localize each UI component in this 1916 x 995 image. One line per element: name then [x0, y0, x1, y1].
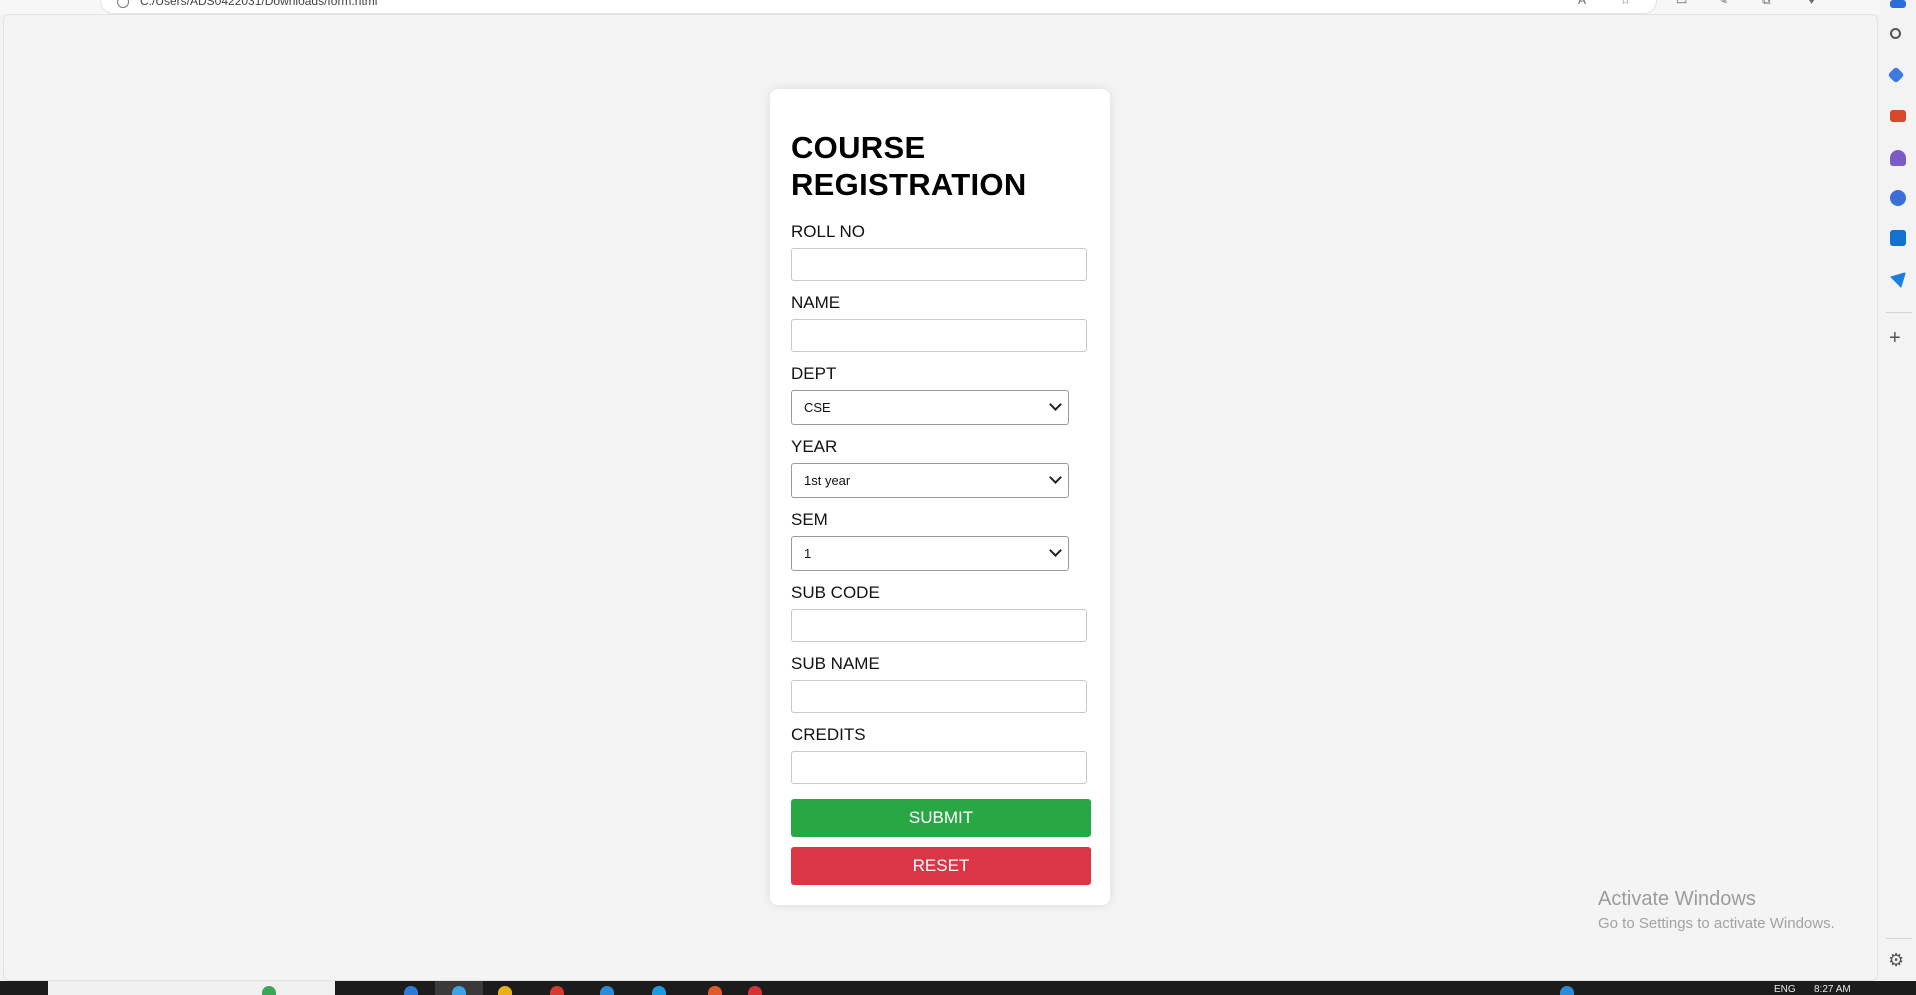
chevron-down-icon: [1049, 471, 1062, 484]
credits-label: CREDITS: [791, 725, 866, 744]
taskbar-search-box[interactable]: [48, 981, 335, 995]
people-icon[interactable]: [1890, 150, 1906, 166]
title-line-2: REGISTRATION: [791, 167, 1027, 202]
sub-code-input[interactable]: [791, 609, 1087, 642]
sem-label: SEM: [791, 510, 828, 529]
app-icon[interactable]: [748, 986, 762, 995]
favorites-icon[interactable]: ✎: [1718, 0, 1730, 6]
search-icon[interactable]: [1890, 28, 1901, 39]
sem-select[interactable]: 1: [791, 536, 1069, 571]
read-aloud-icon[interactable]: A: [1578, 0, 1590, 6]
registration-card: COURSE REGISTRATION ROLL NO NAME DEPT CS…: [770, 89, 1110, 905]
plus-icon[interactable]: +: [1889, 328, 1901, 348]
dept-selected-value: CSE: [804, 400, 831, 415]
favorite-icon[interactable]: ☆: [1620, 0, 1632, 6]
store-icon[interactable]: [652, 986, 666, 995]
page-title: COURSE REGISTRATION: [791, 129, 1027, 203]
sidebar-divider: [1886, 312, 1912, 313]
submit-button[interactable]: SUBMIT: [791, 799, 1091, 837]
dept-select[interactable]: CSE: [791, 390, 1069, 425]
clock[interactable]: 8:27 AM: [1814, 984, 1851, 995]
sub-name-label: SUB NAME: [791, 654, 880, 673]
office-icon[interactable]: [1890, 190, 1906, 206]
dept-label: DEPT: [791, 364, 837, 383]
reset-button[interactable]: RESET: [791, 847, 1091, 885]
title-line-1: COURSE: [791, 130, 926, 165]
edge-sidebar: [1880, 0, 1916, 980]
name-input[interactable]: [791, 319, 1087, 352]
extensions-icon[interactable]: ⧉: [1762, 0, 1774, 6]
outlook-icon[interactable]: [1890, 230, 1906, 246]
name-label: NAME: [791, 293, 841, 312]
credits-input[interactable]: [791, 751, 1087, 784]
roll-no-label: ROLL NO: [791, 222, 866, 241]
address-text[interactable]: C:/Users/ADS0422031/Downloads/form.html: [140, 0, 377, 8]
app-icon[interactable]: [708, 986, 722, 995]
file-explorer-icon[interactable]: [404, 986, 418, 995]
year-selected-value: 1st year: [804, 473, 851, 488]
chrome-icon[interactable]: [550, 986, 564, 995]
sub-code-label: SUB CODE: [791, 583, 880, 602]
chevron-down-icon: [1049, 398, 1062, 411]
activate-windows-subtitle: Go to Settings to activate Windows.: [1598, 915, 1835, 932]
weather-icon[interactable]: [262, 986, 276, 995]
folder-icon[interactable]: [498, 986, 512, 995]
copilot-icon[interactable]: [1890, 0, 1906, 8]
chevron-down-icon: [1049, 544, 1062, 557]
year-label: YEAR: [791, 437, 838, 456]
language-indicator[interactable]: ENG: [1774, 984, 1796, 995]
browser-essentials-icon[interactable]: ♥: [1808, 0, 1820, 6]
network-icon[interactable]: [1560, 986, 1574, 995]
vscode-icon[interactable]: [600, 986, 614, 995]
edge-icon[interactable]: [452, 986, 466, 995]
sidebar-divider: [1886, 938, 1912, 939]
roll-no-input[interactable]: [791, 248, 1087, 281]
sub-name-input[interactable]: [791, 680, 1087, 713]
year-select[interactable]: 1st year: [791, 463, 1069, 498]
activate-windows-title: Activate Windows: [1598, 888, 1756, 910]
split-screen-icon[interactable]: ▭: [1676, 0, 1688, 6]
gear-icon[interactable]: ⚙: [1888, 951, 1904, 969]
sem-selected-value: 1: [804, 546, 812, 561]
briefcase-icon[interactable]: [1890, 110, 1906, 122]
